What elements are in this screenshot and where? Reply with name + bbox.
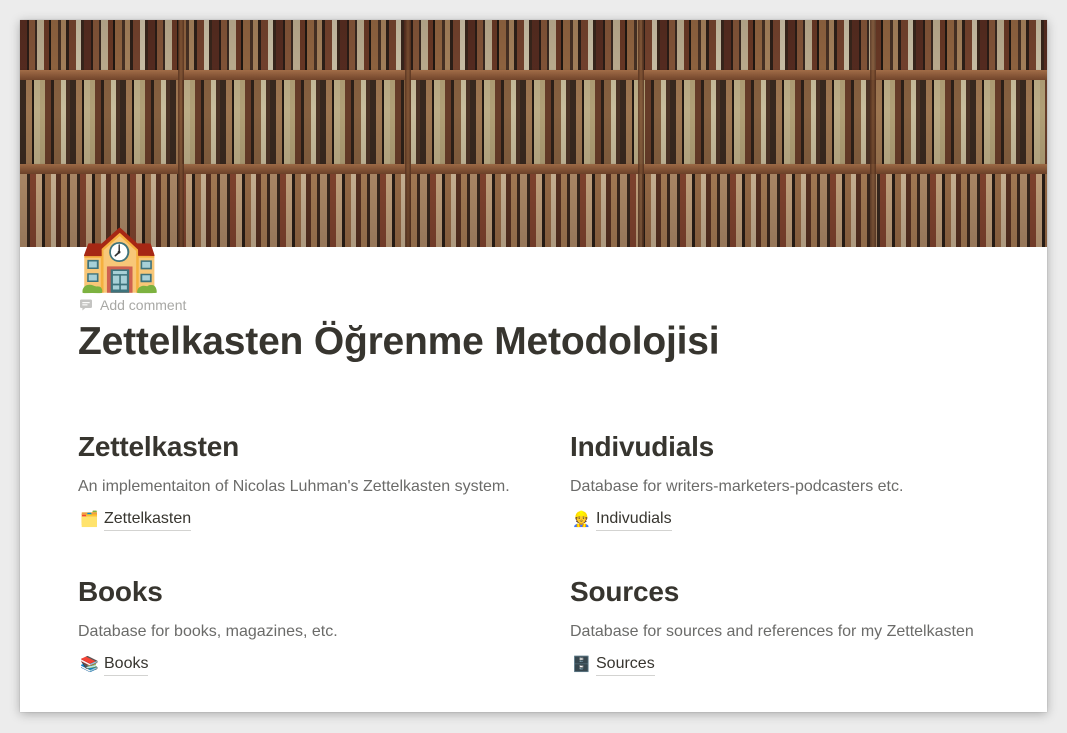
notion-page-window: 🏫 Add comment Zettelkasten Öğrenme Metod… xyxy=(20,20,1047,712)
person-icon: 👷 xyxy=(572,511,591,528)
section-sources: Sources Database for sources and referen… xyxy=(570,575,1010,676)
add-comment-button[interactable]: Add comment xyxy=(79,296,186,314)
cover-image[interactable] xyxy=(20,20,1047,247)
file-cabinet-icon: 🗄️ xyxy=(572,656,591,673)
section-description[interactable]: Database for writers-marketers-podcaster… xyxy=(570,478,903,496)
section-description[interactable]: Database for books, magazines, etc. xyxy=(78,623,338,641)
section-books: Books Database for books, magazines, etc… xyxy=(78,575,518,676)
page-link-sources[interactable]: 🗄️ Sources xyxy=(572,654,655,676)
page-link-label: Sources xyxy=(596,654,655,676)
page-link-label: Indivudials xyxy=(596,509,672,531)
section-description[interactable]: An implementaiton of Nicolas Luhman's Ze… xyxy=(78,478,510,496)
section-heading[interactable]: Books xyxy=(78,575,518,609)
page-link-indivudials[interactable]: 👷 Indivudials xyxy=(572,509,672,531)
card-index-dividers-icon: 🗂️ xyxy=(80,511,99,528)
section-heading[interactable]: Zettelkasten xyxy=(78,430,518,464)
section-zettelkasten: Zettelkasten An implementaiton of Nicola… xyxy=(78,430,518,531)
section-description[interactable]: Database for sources and references for … xyxy=(570,623,974,641)
add-comment-label: Add comment xyxy=(100,297,187,313)
page-link-books[interactable]: 📚 Books xyxy=(80,654,149,676)
section-indivudials: Indivudials Database for writers-markete… xyxy=(570,430,1010,531)
page-link-label: Zettelkasten xyxy=(104,509,192,531)
page-title[interactable]: Zettelkasten Öğrenme Metodolojisi xyxy=(78,320,720,364)
comment-bubble-icon xyxy=(79,298,93,312)
school-building-icon[interactable]: 🏫 xyxy=(78,217,160,295)
section-heading[interactable]: Indivudials xyxy=(570,430,1010,464)
page-link-zettelkasten[interactable]: 🗂️ Zettelkasten xyxy=(80,509,192,531)
books-icon: 📚 xyxy=(80,656,99,673)
page-link-label: Books xyxy=(104,654,149,676)
section-heading[interactable]: Sources xyxy=(570,575,1010,609)
cover-shade xyxy=(20,20,1047,247)
